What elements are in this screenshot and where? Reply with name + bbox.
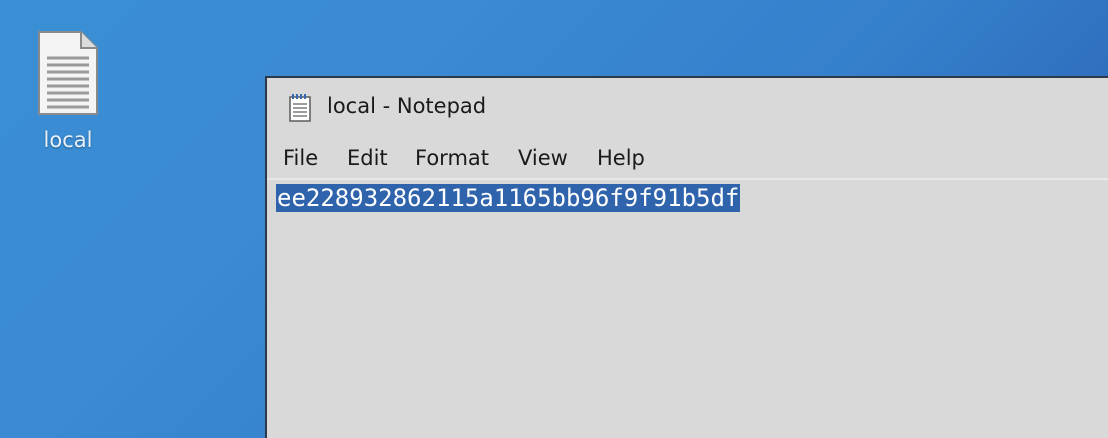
menu-bar: File Edit Format View Help bbox=[267, 140, 1108, 178]
notepad-window[interactable]: local - Notepad File Edit Format View He… bbox=[265, 76, 1108, 438]
text-content: ee228932862115a1165bb96f9f91b5df bbox=[276, 182, 741, 214]
text-file-icon bbox=[38, 31, 98, 115]
menu-view[interactable]: View bbox=[518, 146, 568, 170]
menu-help[interactable]: Help bbox=[597, 146, 645, 170]
menu-edit[interactable]: Edit bbox=[347, 146, 388, 170]
title-bar[interactable]: local - Notepad bbox=[267, 78, 1108, 136]
desktop-file-local[interactable]: local bbox=[20, 30, 116, 165]
text-editor-area[interactable]: ee228932862115a1165bb96f9f91b5df bbox=[267, 180, 1108, 438]
menu-format[interactable]: Format bbox=[415, 146, 489, 170]
selected-text[interactable]: ee228932862115a1165bb96f9f91b5df bbox=[276, 184, 741, 212]
menu-file[interactable]: File bbox=[283, 146, 318, 170]
desktop-file-label: local bbox=[43, 128, 93, 152]
window-title: local - Notepad bbox=[327, 94, 487, 118]
notepad-icon bbox=[289, 94, 311, 122]
